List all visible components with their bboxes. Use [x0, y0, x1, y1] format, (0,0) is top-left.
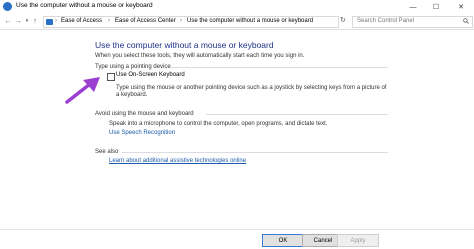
on-screen-keyboard-description: Type using the mouse or another pointing… [116, 85, 387, 91]
ease-of-access-icon [3, 2, 12, 11]
search-placeholder: Search Control Panel [357, 18, 415, 24]
section-divider [170, 67, 388, 68]
control-panel-icon [46, 19, 53, 25]
ok-button[interactable]: OK [262, 234, 304, 247]
breadcrumb-current-page[interactable]: Use the computer without a mouse or keyb… [187, 18, 313, 24]
maximize-button[interactable]: ☐ [425, 0, 447, 14]
breadcrumb-separator: › [108, 18, 110, 24]
close-button[interactable]: ✕ [450, 0, 472, 14]
page-title: Use the computer without a mouse or keyb… [95, 40, 274, 50]
title-bar: Use the computer without a mouse or keyb… [0, 0, 474, 15]
window-title: Use the computer without a mouse or keyb… [16, 2, 153, 9]
breadcrumb-separator: › [55, 18, 57, 24]
refresh-icon[interactable]: ↻ [340, 16, 346, 24]
highlight-arrow-icon [65, 77, 100, 104]
section-divider [122, 152, 388, 153]
on-screen-keyboard-description-cont: a keyboard. [116, 92, 148, 98]
avoid-mouse-keyboard-section-title: Avoid using the mouse and keyboard [95, 111, 194, 117]
see-also-title: See also [95, 149, 119, 155]
breadcrumb[interactable]: › Ease of Access › Ease of Access Center… [43, 16, 339, 28]
speech-recognition-description: Speak into a microphone to control the c… [109, 121, 328, 127]
speech-recognition-link[interactable]: Use Speech Recognition [109, 130, 175, 136]
breadcrumb-ease-of-access[interactable]: Ease of Access [61, 18, 102, 24]
intro-text: When you select these tools, they will a… [95, 53, 305, 59]
search-input[interactable]: Search Control Panel [352, 16, 473, 28]
footer-divider [0, 229, 474, 230]
search-icon [463, 18, 469, 26]
pointing-device-section-title: Type using a pointing device [95, 64, 171, 70]
apply-button[interactable]: Apply [337, 234, 379, 247]
back-arrow-icon[interactable]: ← [3, 16, 13, 26]
assistive-technologies-link[interactable]: Learn about additional assistive technol… [109, 158, 246, 164]
breadcrumb-ease-of-access-center[interactable]: Ease of Access Center [115, 18, 176, 24]
section-divider [206, 114, 388, 115]
on-screen-keyboard-label[interactable]: Use On-Screen Keyboard [116, 72, 185, 78]
on-screen-keyboard-checkbox[interactable] [107, 73, 115, 81]
minimize-button[interactable]: — [402, 0, 424, 14]
breadcrumb-separator: › [180, 18, 182, 24]
up-arrow-icon[interactable]: ↑ [30, 16, 40, 26]
address-bar: ← → ▾ ↑ › Ease of Access › Ease of Acces… [0, 14, 474, 30]
